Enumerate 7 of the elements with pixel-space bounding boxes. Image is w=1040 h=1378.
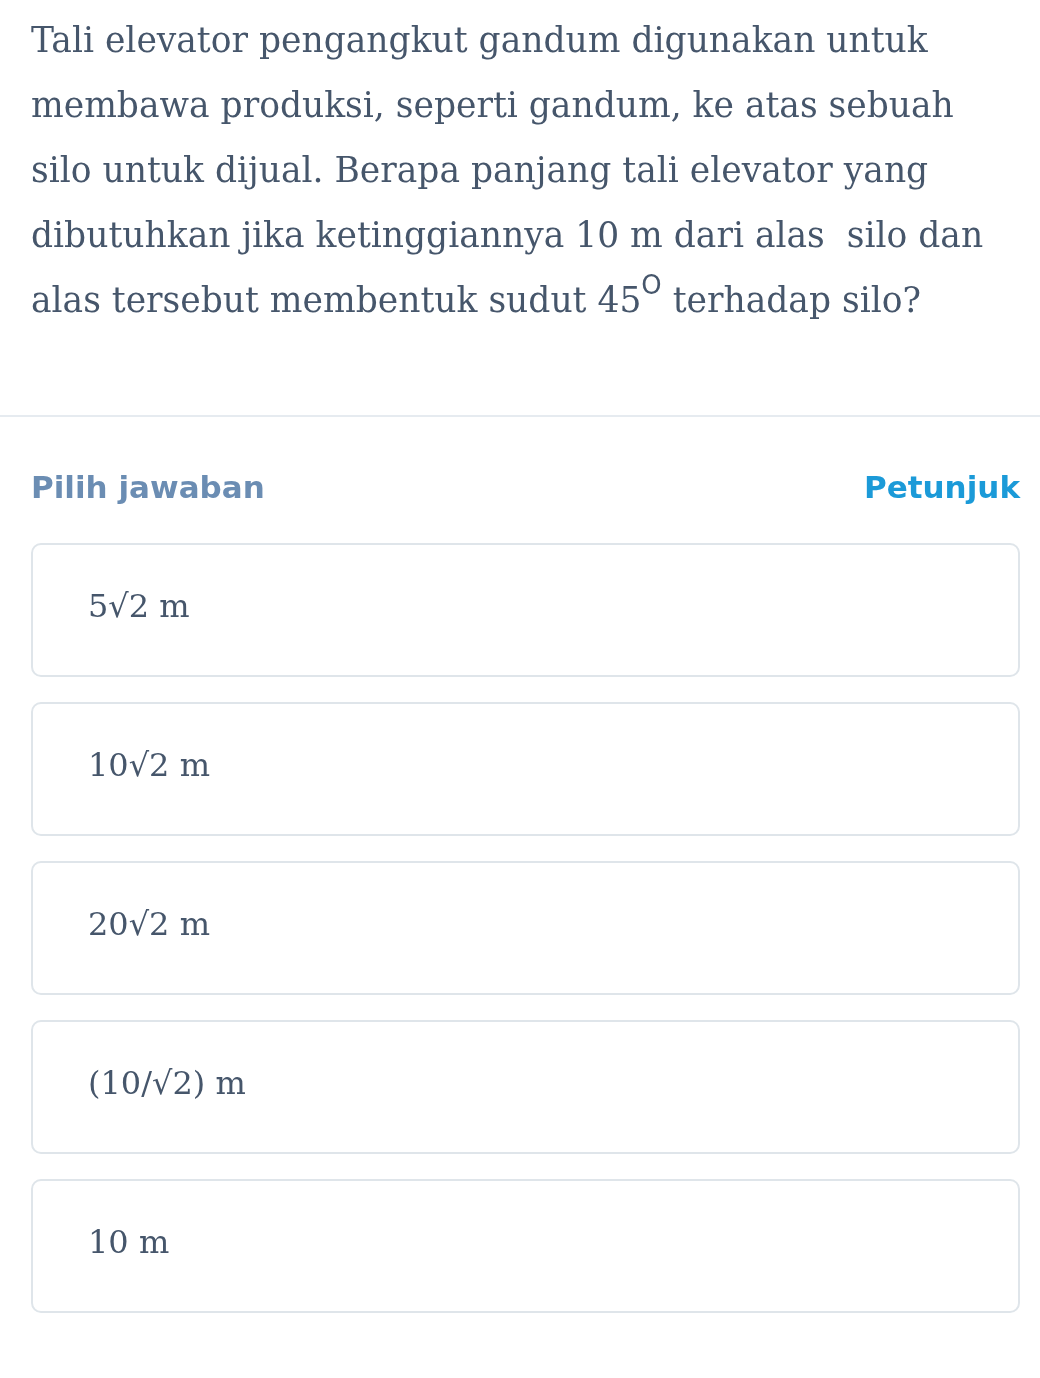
answer-heading: Pilih jawaban [31,469,265,505]
question-text: Tali elevator pengangkut gandum digunakan untuk membawa produksi, seperti gandum, ke atas sebuah silo untuk dijual. Berapa panjang tali elevator yang dibutuhkan jika ketinggiannya 10 m dari alas silo dan alas tersebut membentuk sudut 45$^{O}$ terhadap silo? [30,19,985,322]
answer-option[interactable]: 20√2 m [31,861,1020,995]
answer-option[interactable]: 10 m [31,1179,1020,1313]
answer-option[interactable]: 5√2 m [31,543,1020,677]
answer-option[interactable]: (10/√2) m [31,1020,1020,1154]
answer-option[interactable]: 10√2 m [31,702,1020,836]
